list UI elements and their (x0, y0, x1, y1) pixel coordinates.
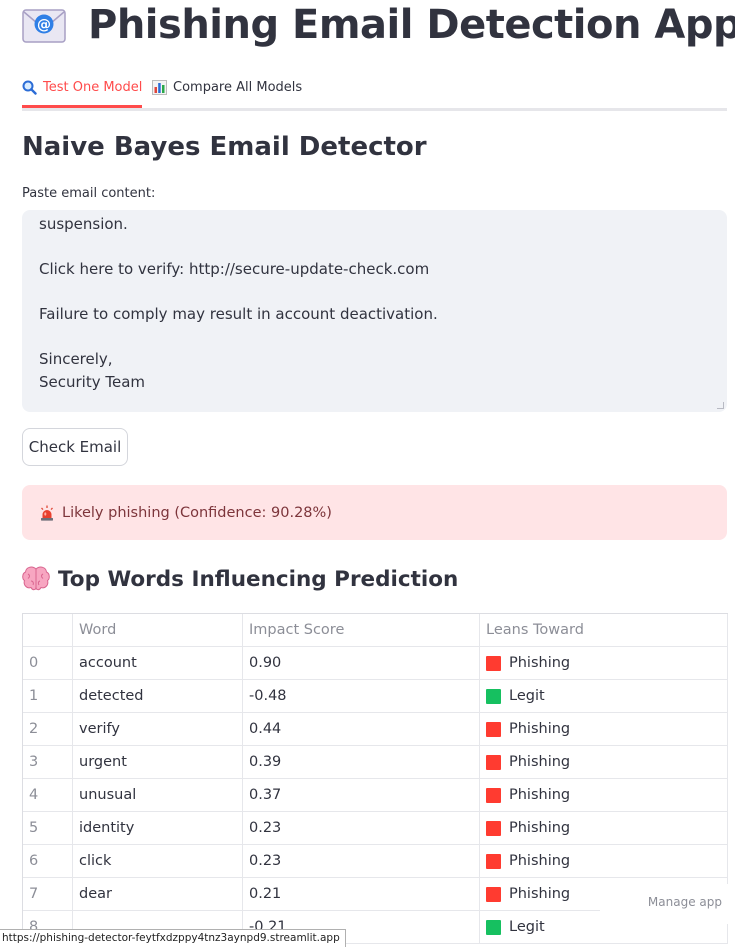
email-line (39, 326, 438, 349)
table-row: 3 urgent 0.39 Phishing (23, 746, 728, 779)
table-row: 0 account 0.90 Phishing (23, 647, 728, 680)
tab-bar: Test One Model Compare All Models (22, 70, 727, 111)
brain-icon (22, 566, 50, 592)
word-cell: urgent (73, 746, 243, 779)
envelope-at-icon: @ (22, 9, 66, 43)
leans-toward-cell: Phishing (480, 845, 728, 878)
lean-label: Phishing (509, 820, 571, 836)
impact-score-cell: 0.39 (243, 746, 480, 779)
email-line (39, 236, 438, 259)
email-line: Security Team (39, 372, 146, 391)
email-line: suspension. (39, 215, 128, 233)
row-index: 1 (23, 680, 73, 713)
table-row: 2 verify 0.44 Phishing (23, 713, 728, 746)
row-index: 3 (23, 746, 73, 779)
email-content-textarea[interactable]: suspension. Click here to verify: http://… (22, 210, 727, 412)
magnifier-icon (22, 80, 37, 95)
siren-icon (40, 505, 54, 521)
red-square-icon (486, 754, 501, 770)
column-header-leans-toward[interactable]: Leans Toward (480, 614, 728, 647)
alert-text: Likely phishing (Confidence: 90.28%) (62, 504, 332, 521)
lean-label: Phishing (509, 754, 571, 770)
lean-label: Legit (509, 919, 545, 935)
red-square-icon (486, 886, 501, 902)
impact-score-cell: 0.37 (243, 779, 480, 812)
row-index: 7 (23, 878, 73, 911)
table-header-row: Word Impact Score Leans Toward (23, 614, 728, 647)
email-input-label: Paste email content: (22, 186, 156, 201)
tab-compare-all-models[interactable]: Compare All Models (152, 70, 302, 105)
green-square-icon (486, 919, 501, 935)
word-cell: unusual (73, 779, 243, 812)
lean-label: Phishing (509, 886, 571, 902)
check-email-button[interactable]: Check Email (22, 428, 128, 466)
red-square-icon (486, 820, 501, 836)
table-row: 4 unusual 0.37 Phishing (23, 779, 728, 812)
page-title: Phishing Email Detection App (88, 2, 735, 48)
word-cell: identity (73, 812, 243, 845)
table-row: 6 click 0.23 Phishing (23, 845, 728, 878)
leans-toward-cell: Phishing (480, 713, 728, 746)
red-square-icon (486, 853, 501, 869)
manage-app-label: Manage app (647, 895, 722, 909)
phishing-alert: Likely phishing (Confidence: 90.28%) (22, 485, 727, 540)
red-square-icon (486, 721, 501, 737)
impact-score-cell: 0.23 (243, 845, 480, 878)
email-line: Click here to verify: http://secure-upda… (39, 260, 430, 278)
lean-label: Phishing (509, 853, 571, 869)
word-cell: detected (73, 680, 243, 713)
column-header-index[interactable] (23, 614, 73, 647)
row-index: 0 (23, 647, 73, 680)
tab-label: Test One Model (43, 80, 143, 95)
row-index: 5 (23, 812, 73, 845)
manage-app-button[interactable]: Manage app (600, 884, 735, 924)
leans-toward-cell: Phishing (480, 647, 728, 680)
word-cell: account (73, 647, 243, 680)
resize-grip-icon[interactable] (717, 402, 724, 409)
red-square-icon (486, 787, 501, 803)
impact-score-cell: 0.44 (243, 713, 480, 746)
leans-toward-cell: Phishing (480, 812, 728, 845)
lean-label: Phishing (509, 721, 571, 737)
svg-text:@: @ (37, 17, 51, 33)
column-header-word[interactable]: Word (73, 614, 243, 647)
table-row: 1 detected -0.48 Legit (23, 680, 728, 713)
column-header-impact-score[interactable]: Impact Score (243, 614, 480, 647)
words-section-title: Top Words Influencing Prediction (58, 566, 459, 592)
impact-score-cell: 0.23 (243, 812, 480, 845)
lean-label: Phishing (509, 655, 571, 671)
email-line: Failure to comply may result in account … (39, 305, 438, 323)
table-row: 5 identity 0.23 Phishing (23, 812, 728, 845)
lean-label: Legit (509, 688, 545, 704)
tab-test-one-model[interactable]: Test One Model (22, 70, 143, 108)
impact-score-cell: -0.48 (243, 680, 480, 713)
email-line (39, 281, 438, 304)
bar-chart-icon (152, 80, 167, 95)
section-title: Naive Bayes Email Detector (22, 132, 427, 162)
word-cell: click (73, 845, 243, 878)
email-content-lines: suspension. Click here to verify: http://… (39, 213, 438, 393)
tab-label: Compare All Models (173, 80, 303, 95)
row-index: 4 (23, 779, 73, 812)
email-line: Sincerely, (39, 350, 113, 368)
impact-score-cell: 0.21 (243, 878, 480, 911)
impact-score-cell: 0.90 (243, 647, 480, 680)
leans-toward-cell: Phishing (480, 746, 728, 779)
lean-label: Phishing (509, 787, 571, 803)
green-square-icon (486, 688, 501, 704)
leans-toward-cell: Phishing (480, 779, 728, 812)
status-bar-url: https://phishing-detector-feytfxdzppy4tn… (0, 929, 346, 947)
words-section-header: Top Words Influencing Prediction (22, 566, 458, 592)
leans-toward-cell: Legit (480, 680, 728, 713)
red-square-icon (486, 655, 501, 671)
page-header: @ Phishing Email Detection App (22, 0, 735, 50)
row-index: 6 (23, 845, 73, 878)
word-cell: dear (73, 878, 243, 911)
word-cell: verify (73, 713, 243, 746)
row-index: 2 (23, 713, 73, 746)
